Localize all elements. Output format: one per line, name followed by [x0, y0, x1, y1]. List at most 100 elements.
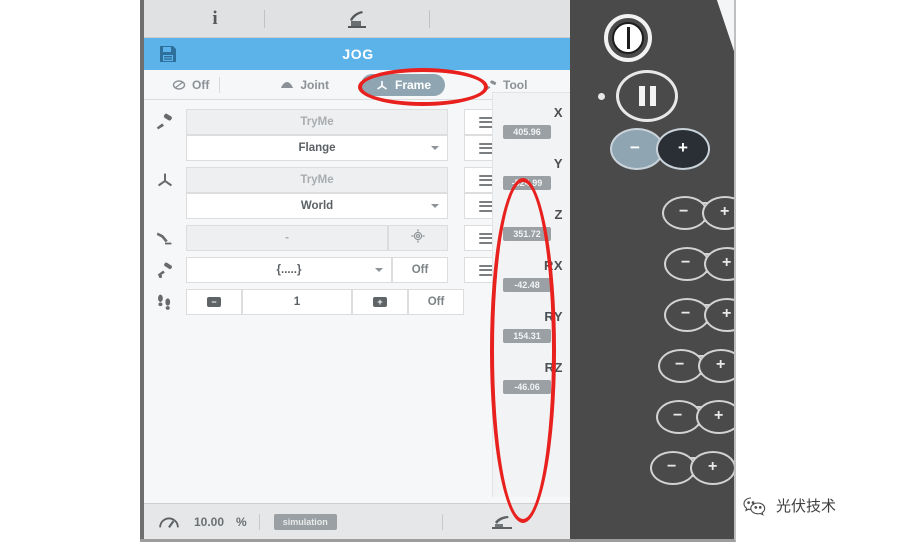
tab-off-label: Off — [192, 77, 210, 92]
jog-ry-plus-label: + — [714, 407, 724, 424]
percent-label: % — [236, 514, 247, 529]
step-increment-button[interactable]: + — [352, 289, 408, 315]
config-off-toggle[interactable]: Off — [392, 257, 448, 283]
power-bar — [626, 27, 630, 49]
tab-joint-label: Joint — [300, 77, 329, 92]
robot-teach-pendant-window: i JOG Off Joint Frame Tool TryMe Flange … — [140, 0, 736, 542]
robot-arm-icon — [144, 224, 186, 252]
chevron-down-icon — [431, 204, 439, 208]
jog-x-plus-button[interactable] — [702, 196, 734, 230]
config-select[interactable]: {.....} — [186, 257, 392, 283]
tab-divider — [219, 76, 221, 93]
jog-button-x[interactable]: − + — [662, 196, 734, 230]
jog-rz-plus-label: + — [708, 458, 718, 475]
axis-label-y: Y — [553, 156, 563, 171]
tool-frame-value: Flange — [298, 142, 336, 154]
frame-axes-icon — [144, 166, 186, 194]
axis-value-ry: 154.31 — [503, 329, 551, 343]
jog-button-rx[interactable]: − + — [658, 349, 734, 383]
speed-minus-label: − — [630, 138, 640, 157]
row-icon-spacer — [144, 192, 186, 220]
frame-axes-icon — [375, 78, 389, 92]
page-title: JOG — [342, 46, 374, 62]
jog-button-ry[interactable]: − + — [656, 400, 734, 434]
tool-frame-select[interactable]: Flange — [186, 135, 448, 161]
config-value: {.....} — [276, 264, 302, 276]
speed-plus-label: + — [678, 138, 688, 157]
status-divider — [442, 513, 443, 530]
robot-arm-icon[interactable] — [344, 8, 370, 30]
step-decrement-button[interactable]: − — [186, 289, 242, 315]
reference-frame-value: World — [300, 200, 334, 212]
speedometer-icon — [158, 514, 180, 530]
minus-box-icon: − — [207, 297, 221, 307]
axis-label-z: Z — [554, 207, 563, 222]
status-badge: simulation — [273, 513, 337, 530]
reference-frame-select[interactable]: World — [186, 193, 448, 219]
footsteps-icon — [144, 288, 186, 316]
plus-box-icon: + — [373, 297, 387, 307]
robot-arm-icon[interactable] — [489, 514, 515, 530]
coordinate-row-x: X 405.96 — [493, 103, 595, 153]
tab-off[interactable]: Off — [162, 74, 219, 96]
coordinate-row-rz: RZ -46.06 — [493, 358, 595, 408]
speed-override-control[interactable]: − + — [610, 128, 710, 170]
tool-tip-icon — [483, 78, 497, 92]
wechat-icon — [742, 496, 768, 516]
step-value-field[interactable]: 1 — [242, 289, 352, 315]
row-icon-spacer — [144, 134, 186, 162]
pause-button[interactable] — [616, 70, 678, 122]
window-title-bar: JOG — [144, 38, 572, 70]
crosshair-target-icon — [410, 228, 426, 249]
no-entry-icon — [172, 78, 186, 92]
jog-z-minus-label: − — [681, 305, 691, 322]
jog-control-panel: − + − + − + − + − + − + − + — [570, 0, 734, 539]
chevron-down-icon — [375, 268, 383, 272]
power-button[interactable] — [604, 14, 652, 62]
tool-gripper-icon — [144, 108, 186, 136]
jog-rx-minus-label: − — [675, 356, 685, 373]
step-off-toggle[interactable]: Off — [408, 289, 464, 315]
jog-button-z[interactable]: − + — [664, 298, 734, 332]
pause-bar — [649, 86, 656, 106]
info-icon[interactable]: i — [204, 8, 226, 30]
top-icon-bar: i — [144, 0, 572, 38]
tab-frame-label: Frame — [395, 77, 432, 92]
tab-joint[interactable]: Joint — [270, 74, 339, 96]
axis-label-ry: RY — [544, 309, 563, 324]
jog-button-y[interactable]: − + — [664, 247, 734, 281]
axis-value-x: 405.96 — [503, 125, 551, 139]
jog-y-plus-label: + — [722, 254, 732, 271]
toolbar-divider — [429, 10, 430, 28]
jog-rx-plus-label: + — [716, 356, 726, 373]
coordinate-row-ry: RY 154.31 — [493, 307, 595, 357]
jog-x-minus-label: − — [679, 203, 689, 220]
axis-label-rx: RX — [543, 258, 563, 273]
power-button-icon — [612, 22, 644, 54]
screenshot-root: i JOG Off Joint Frame Tool TryMe Flange … — [0, 0, 900, 550]
axis-label-x: X — [553, 105, 563, 120]
watermark-text: 光伏技术 — [776, 497, 837, 515]
jog-rz-minus-label: − — [667, 458, 677, 475]
pause-bar — [638, 86, 645, 106]
chevron-down-icon — [431, 146, 439, 150]
axis-value-rx: -42.48 — [503, 278, 551, 292]
status-bar: 10.00 % simulation — [144, 503, 572, 539]
coordinate-readout-panel: X 405.96 Y -524.99 Z 351.72 RX -42.48 RY — [492, 92, 595, 497]
joint-arc-icon — [280, 78, 294, 92]
toolbar-divider — [264, 10, 265, 28]
pause-button-group — [598, 70, 708, 122]
jog-button-rz[interactable]: − + — [650, 451, 734, 485]
robot-selection-readonly: - — [186, 225, 388, 251]
tab-frame[interactable]: Frame — [361, 73, 446, 96]
coordinate-row-z: Z 351.72 — [493, 205, 595, 255]
coordinate-row-y: Y -524.99 — [493, 154, 595, 204]
status-divider — [258, 513, 260, 530]
speed-value: 10.00 — [194, 514, 225, 529]
jog-ry-minus-label: − — [673, 407, 683, 424]
watermark: 光伏技术 — [742, 495, 836, 516]
crosshair-target-button[interactable] — [388, 225, 448, 251]
tool-point-icon — [144, 256, 186, 284]
axis-value-z: 351.72 — [503, 227, 551, 241]
tab-tool-label: Tool — [503, 77, 528, 92]
